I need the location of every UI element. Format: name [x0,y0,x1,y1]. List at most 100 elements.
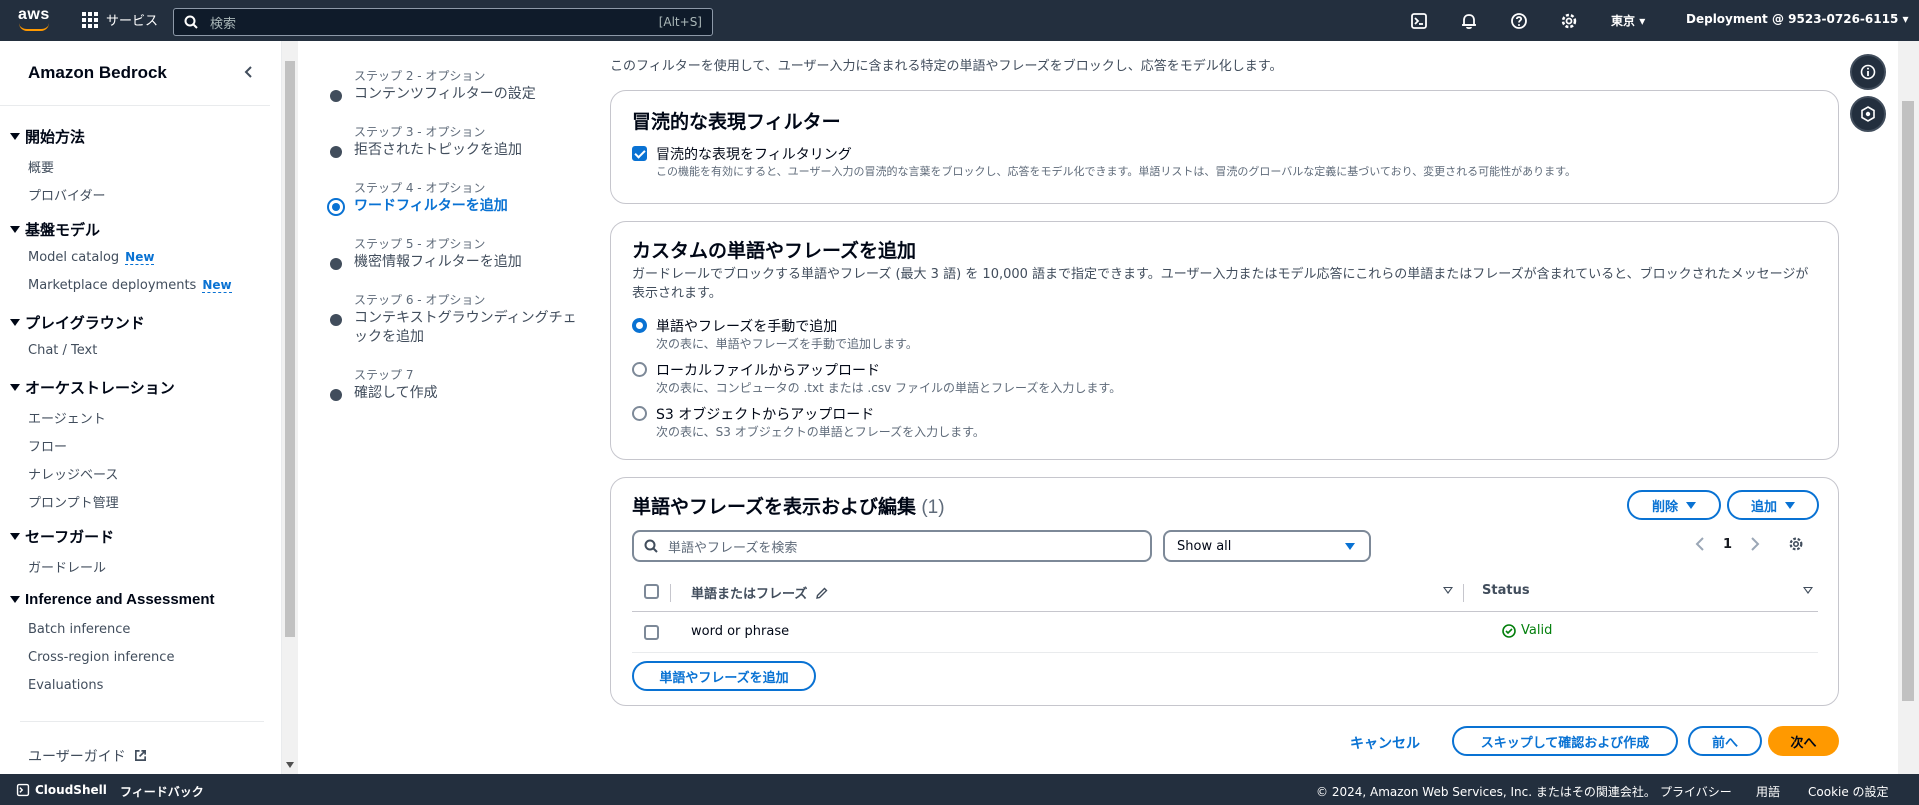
sort-icon[interactable] [1803,587,1813,594]
panel-title: 単語やフレーズを表示および編集 (1) [632,497,945,518]
sidebar-item-knowledge-bases[interactable]: ナレッジベース [28,464,118,483]
privacy-link[interactable]: プライバシー [1660,783,1732,800]
collapse-sidebar-icon[interactable] [242,65,256,79]
chevron-left-icon[interactable] [1695,537,1705,551]
add-dropdown-button[interactable]: 追加 [1727,490,1819,520]
cookie-settings-link[interactable]: Cookie の設定 [1808,783,1889,800]
pagination: 1 [1695,536,1804,552]
table-row: word or phrase Valid [632,613,1818,653]
next-button[interactable]: 次へ [1768,726,1839,756]
delete-dropdown-button[interactable]: 削除 [1627,490,1721,520]
profanity-checkbox[interactable] [632,146,647,161]
radio-local-file[interactable] [632,362,647,377]
feedback-link[interactable]: フィードバック [120,783,204,800]
skip-to-review-button[interactable]: スキップして確認および作成 [1452,726,1678,756]
profanity-description: この機能を有効にすると、ユーザー入力の冒涜的な言葉をブロックし、応答をモデル化で… [656,165,1577,178]
words-search-input[interactable]: 単語やフレーズを検索 [632,530,1152,562]
word-cell[interactable]: word or phrase [691,624,789,639]
page-scrollbar[interactable] [1898,41,1919,774]
notifications-bell-icon[interactable] [1459,11,1479,31]
cloudshell-button[interactable]: CloudShell [16,783,107,797]
external-link-icon [135,750,147,761]
row-checkbox[interactable] [644,625,659,640]
panel-description: ガードレールでブロックする単語やフレーズ (最大 3 語) を 10,000 語… [632,267,1809,301]
caret-down-icon [10,226,20,233]
caret-down-icon [1686,501,1696,509]
aws-logo[interactable]: aws [18,6,54,34]
caret-down-icon [1345,543,1355,550]
status-filter-select[interactable]: Show all [1163,530,1371,562]
sidebar-item-prompt-management[interactable]: プロンプト管理 [28,492,119,511]
panel-title: 冒涜的な表現フィルター [632,112,841,133]
sidebar-scrollbar[interactable] [282,41,298,774]
step-content-filters[interactable]: コンテンツフィルターの設定 [354,85,584,104]
copyright-text: © 2024, Amazon Web Services, Inc. またはその関… [1316,785,1656,799]
search-icon [184,15,198,29]
check-circle-icon [1502,623,1516,638]
step-sensitive-info[interactable]: 機密情報フィルターを追加 [354,253,584,272]
sidebar-section-inference-assessment[interactable]: Inference and Assessment [10,591,215,608]
profanity-filter-panel: 冒涜的な表現フィルター 冒涜的な表現をフィルタリング この機能を有効にすると、ユ… [610,90,1839,204]
previous-button[interactable]: 前へ [1688,726,1762,756]
caret-down-icon [10,133,20,140]
edit-pencil-icon [815,587,828,599]
sidebar-item-guardrails[interactable]: ガードレール [28,557,106,576]
caret-down-icon [1785,501,1795,509]
page-number[interactable]: 1 [1723,537,1732,552]
chevron-right-icon[interactable] [1750,537,1760,551]
step-indicator [330,314,342,326]
sidebar-section-safeguards[interactable]: セーフガード [10,526,114,547]
step-indicator [330,90,342,102]
user-guide-link[interactable]: ユーザーガイド [28,746,147,766]
step-contextual-grounding[interactable]: コンテキストグラウンディングチェックを追加 [354,309,579,347]
sidebar-item-overview[interactable]: 概要 [28,157,54,176]
radio-manual[interactable] [632,318,647,333]
sidebar-item-flows[interactable]: フロー [28,436,67,455]
sidebar-item-batch-inference[interactable]: Batch inference [28,622,130,637]
select-all-checkbox[interactable] [644,584,659,599]
sidebar-item-cross-region-inference[interactable]: Cross-region inference [28,650,174,665]
account-menu[interactable]: Deployment @ 9523-0726-6115 ▾ [1686,12,1909,26]
scroll-down-arrow-icon[interactable] [286,762,294,768]
info-icon [1860,64,1876,80]
sidebar-item-model-catalog[interactable]: Model catalog New [28,250,155,265]
sidebar-section-foundation-models[interactable]: 基盤モデル [10,219,100,240]
sidebar-item-evaluations[interactable]: Evaluations [28,678,103,693]
ai-assistant-icon [1861,106,1875,122]
sidebar-section-orchestration[interactable]: オーケストレーション [10,377,175,398]
help-icon[interactable] [1509,11,1529,31]
sort-icon[interactable] [1443,587,1453,594]
global-search-input[interactable]: 検索 [Alt+S] [173,8,713,36]
panel-title: カスタムの単語やフレーズを追加 [632,241,917,262]
column-word[interactable]: 単語またはフレーズ [691,583,828,602]
radio-s3-object[interactable] [632,406,647,421]
region-selector[interactable]: 東京 ▾ [1611,12,1645,29]
settings-gear-icon[interactable] [1559,11,1579,31]
ai-assistant-button[interactable] [1850,96,1886,132]
caret-down-icon [10,319,20,326]
grid-icon [82,11,98,28]
sidebar-item-providers[interactable]: プロバイダー [28,185,105,204]
new-badge: New [125,250,155,265]
sidebar-item-marketplace-deployments[interactable]: Marketplace deployments New [28,278,232,293]
terms-link[interactable]: 用語 [1756,783,1780,800]
column-status[interactable]: Status [1482,583,1530,598]
sidebar-item-chat-text[interactable]: Chat / Text [28,343,97,358]
add-word-button[interactable]: 単語やフレーズを追加 [632,661,816,691]
services-menu-button[interactable]: サービス [82,10,158,29]
cloudshell-icon[interactable] [1409,11,1429,31]
sidebar-section-getting-started[interactable]: 開始方法 [10,126,85,147]
step-indicator [330,258,342,270]
table-header: 単語またはフレーズ Status [632,572,1818,612]
info-panel-button[interactable] [1850,54,1886,90]
sidebar-section-playground[interactable]: プレイグラウンド [10,312,145,333]
step-review-create[interactable]: 確認して作成 [354,384,584,403]
table-settings-gear-icon[interactable] [1788,536,1804,552]
cancel-button[interactable]: キャンセル [1350,733,1420,753]
top-navigation: aws サービス 検索 [Alt+S] 東京 ▾ Deployment @ 95… [0,0,1919,41]
profanity-checkbox-label[interactable]: 冒涜的な表現をフィルタリング [656,144,852,164]
step-denied-topics[interactable]: 拒否されたトピックを追加 [354,141,584,160]
sidebar-item-agents[interactable]: エージェント [28,408,106,427]
sidebar-title[interactable]: Amazon Bedrock [28,63,167,83]
step-word-filters[interactable]: ワードフィルターを追加 [354,197,584,216]
